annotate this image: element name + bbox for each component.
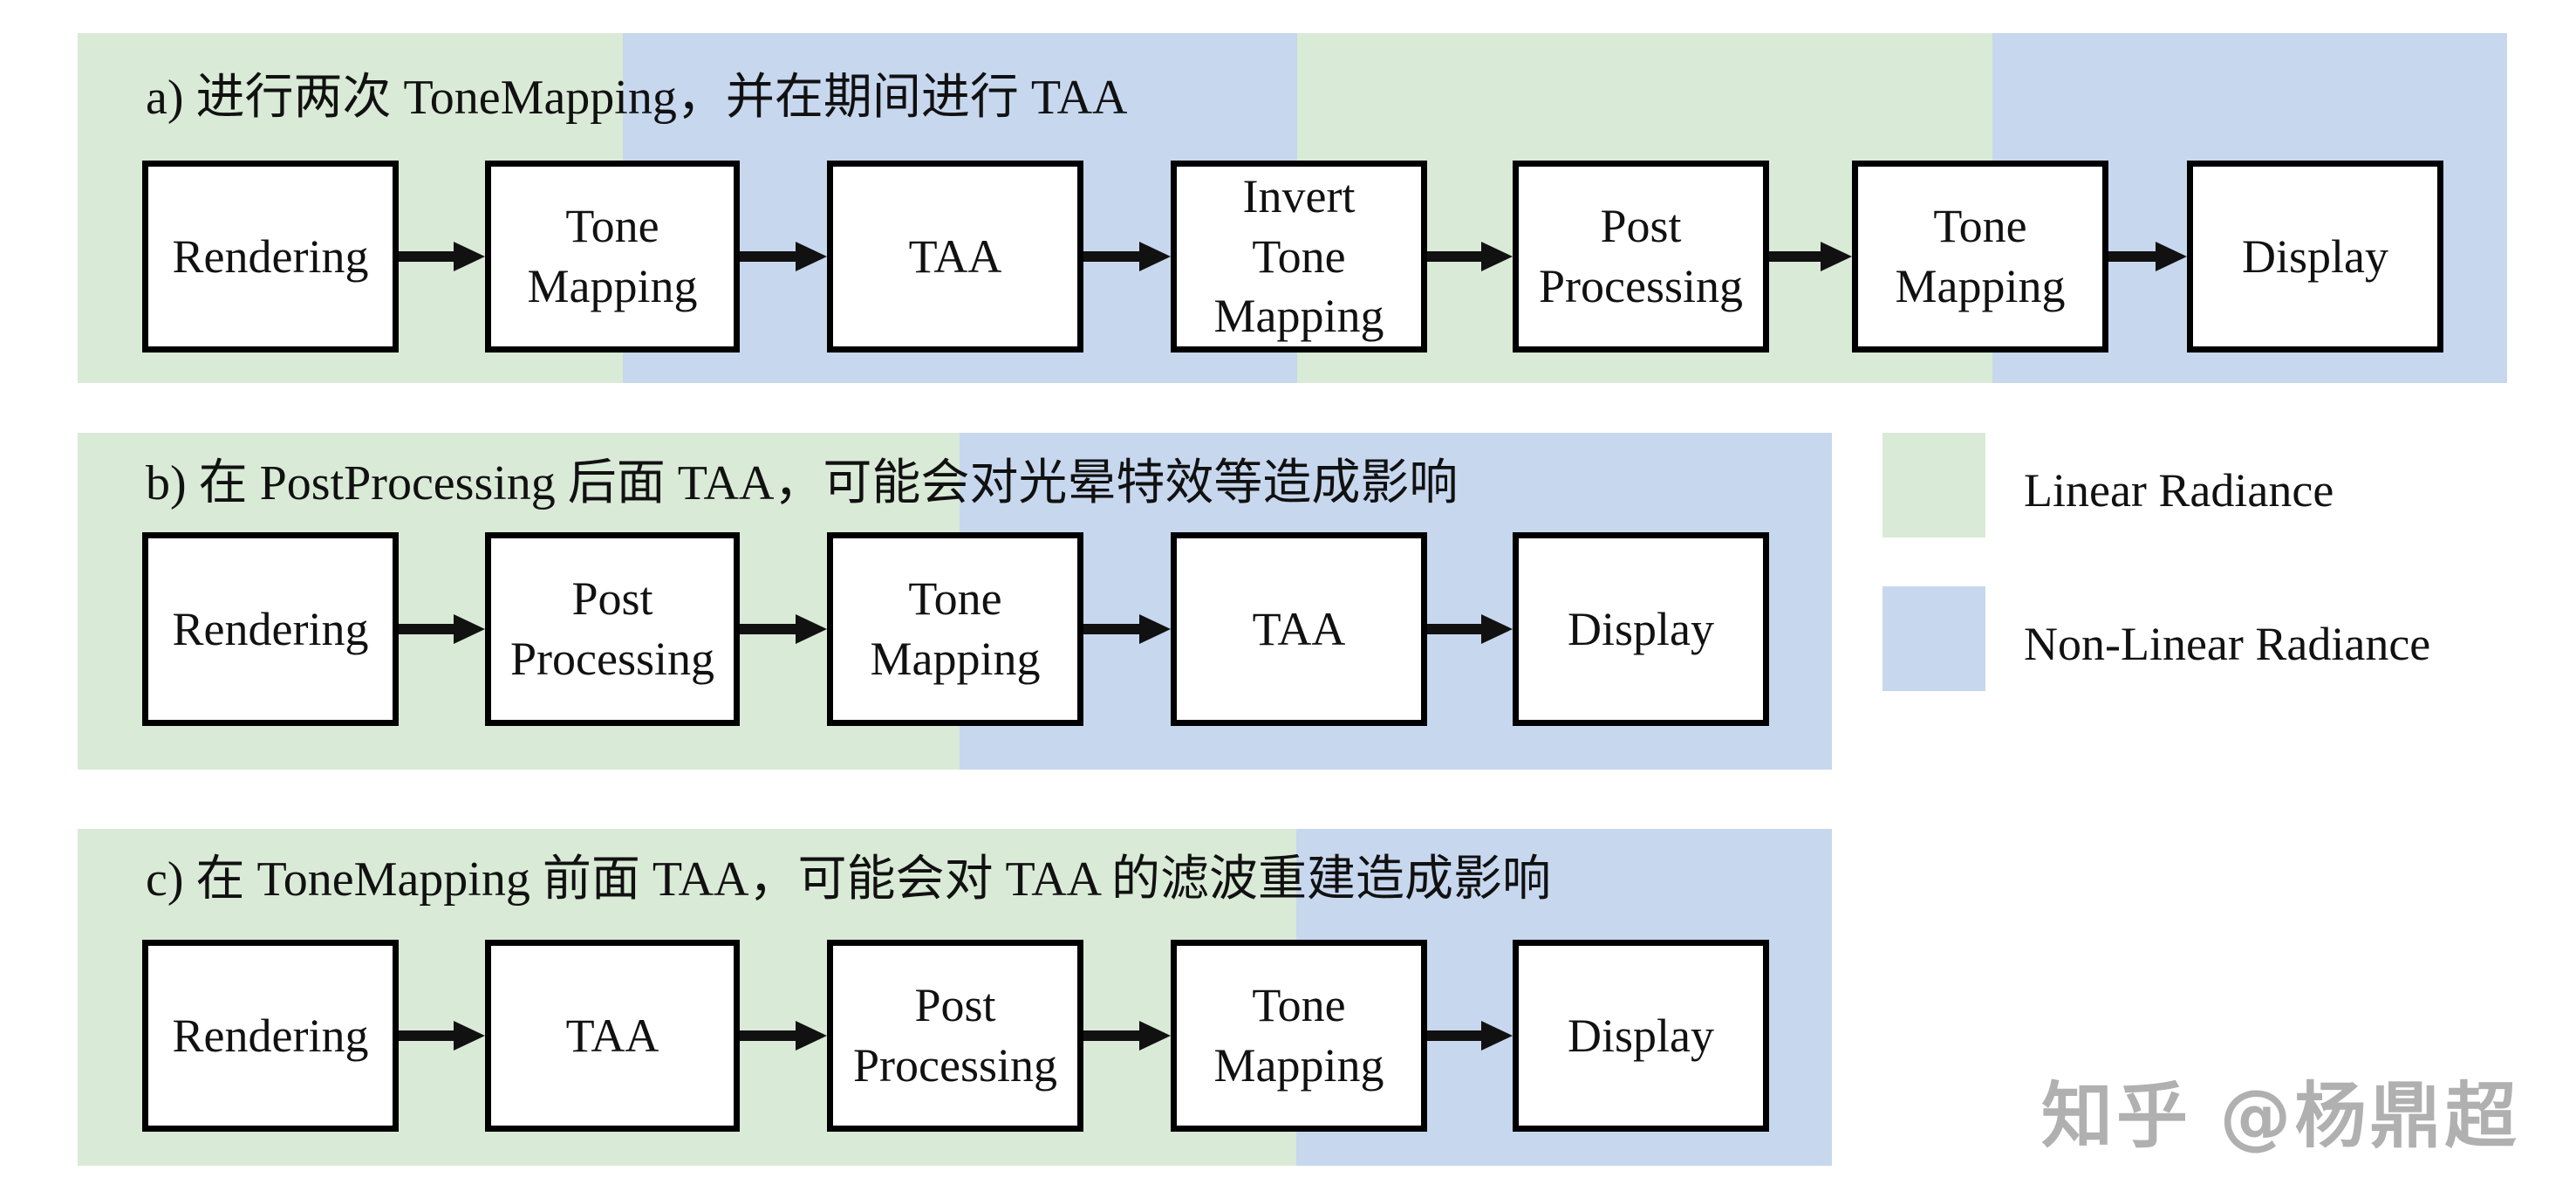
stage-label: Post Processing (1539, 200, 1743, 312)
stage-box-tone-mapping: Tone Mapping (485, 161, 740, 353)
stage-label: Invert Tone Mapping (1213, 170, 1384, 343)
legend-swatch-linear (1882, 433, 1985, 537)
stage-box-post-processing: Post Processing (485, 532, 740, 726)
stage-label: Tone Mapping (1895, 200, 2066, 312)
stage-label: TAA (908, 229, 1002, 283)
stage-box-invert-tone-mapping: Invert Tone Mapping (1171, 161, 1427, 353)
panel-title: c) 在 ToneMapping 前面 TAA，可能会对 TAA 的滤波重建造成… (146, 852, 1551, 907)
stage-label: Post Processing (510, 572, 714, 685)
stage-label: Tone Mapping (1213, 979, 1384, 1092)
stage-box-taa: TAA (1171, 532, 1427, 726)
stage-box-tone-mapping: Tone Mapping (1171, 940, 1427, 1132)
stage-box-taa: TAA (485, 940, 740, 1132)
stage-label: Tone Mapping (527, 200, 698, 312)
stage-box-rendering: Rendering (142, 940, 399, 1132)
stage-box-tone-mapping: Tone Mapping (1852, 161, 2108, 353)
legend-swatch-non-linear (1882, 586, 1985, 691)
panel-a: a) 进行两次 ToneMapping，并在期间进行 TAA Rendering… (78, 33, 2507, 383)
stage-label: Display (1568, 1009, 1714, 1062)
stage-box-rendering: Rendering (142, 161, 399, 353)
stage-box-tone-mapping: Tone Mapping (827, 532, 1083, 726)
watermark: 知乎 @杨鼎超 (2041, 1075, 2520, 1158)
stage-label: Rendering (172, 229, 369, 283)
stage-box-rendering: Rendering (142, 532, 399, 726)
stage-label: Rendering (172, 602, 369, 655)
stage-box-post-processing: Post Processing (1513, 161, 1769, 353)
legend-label-non-linear: Non-Linear Radiance (2024, 618, 2431, 670)
panel-c: c) 在 ToneMapping 前面 TAA，可能会对 TAA 的滤波重建造成… (78, 829, 1832, 1166)
stage-label: TAA (565, 1009, 659, 1062)
stage-label: Post Processing (853, 979, 1057, 1092)
stage-box-post-processing: Post Processing (827, 940, 1083, 1132)
stage-label: TAA (1252, 602, 1346, 655)
panel-title: a) 进行两次 ToneMapping，并在期间进行 TAA (146, 71, 1128, 125)
stage-label: Rendering (172, 1009, 369, 1062)
panel-b: b) 在 PostProcessing 后面 TAA，可能会对光晕特效等造成影响… (78, 433, 1832, 770)
stage-box-display: Display (1513, 532, 1769, 726)
stage-label: Tone Mapping (870, 572, 1041, 685)
panel-title: b) 在 PostProcessing 后面 TAA，可能会对光晕特效等造成影响 (146, 456, 1459, 510)
stage-box-display: Display (2187, 161, 2443, 353)
stage-box-display: Display (1513, 940, 1769, 1132)
stage-label: Display (1568, 602, 1714, 655)
stage-box-taa: TAA (827, 161, 1083, 353)
stage-label: Display (2242, 229, 2388, 283)
legend-label-linear: Linear Radiance (2024, 464, 2334, 517)
